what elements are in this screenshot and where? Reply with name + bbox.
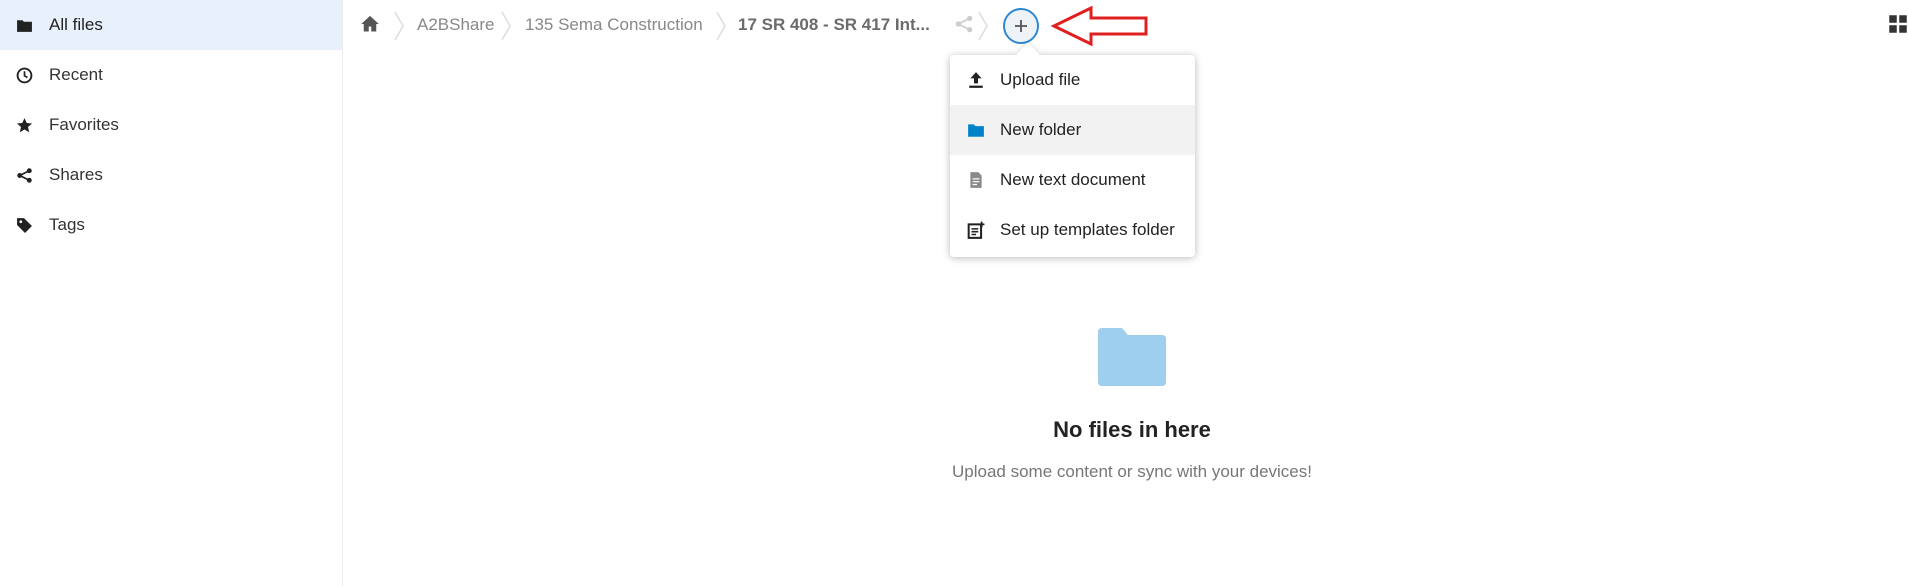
- template-icon: [966, 220, 986, 240]
- sidebar-item-label: Favorites: [49, 115, 119, 134]
- menu-item-set-up-templates-folder[interactable]: Set up templates folder: [950, 205, 1195, 255]
- share-folder-icon[interactable]: [954, 14, 974, 34]
- sidebar-item-tags[interactable]: Tags: [0, 200, 342, 250]
- sidebar-item-shares[interactable]: Shares: [0, 150, 342, 200]
- breadcrumb-separator: [716, 11, 726, 41]
- breadcrumb-separator: [978, 11, 988, 41]
- grid-view-icon[interactable]: [1888, 14, 1908, 34]
- sidebar-item-all-files[interactable]: All files: [0, 0, 342, 50]
- empty-state-subtitle: Upload some content or sync with your de…: [951, 462, 1312, 481]
- home-icon[interactable]: [360, 14, 380, 34]
- document-icon: [966, 170, 986, 190]
- upload-icon: [966, 70, 986, 90]
- new-menu: Upload file New folder New text document…: [950, 55, 1195, 257]
- empty-state-title: No files in here: [1053, 417, 1211, 442]
- menu-item-upload-file[interactable]: Upload file: [950, 55, 1195, 105]
- menu-item-label: New text document: [1000, 170, 1146, 189]
- sidebar-item-favorites[interactable]: Favorites: [0, 100, 342, 150]
- breadcrumb: A2BShare 135 Sema Construction 17 SR 408…: [343, 0, 1908, 52]
- breadcrumb-item-current-folder[interactable]: 17 SR 408 - SR 417 Int...: [738, 15, 930, 35]
- breadcrumb-item-a2bshare[interactable]: A2BShare: [417, 15, 495, 35]
- tag-icon: [15, 216, 33, 234]
- menu-item-label: New folder: [1000, 120, 1082, 139]
- breadcrumb-item-sema-construction[interactable]: 135 Sema Construction: [525, 15, 703, 35]
- menu-item-label: Upload file: [1000, 70, 1081, 89]
- share-icon: [15, 166, 33, 184]
- clock-icon: [15, 66, 33, 84]
- breadcrumb-separator: [394, 11, 404, 41]
- menu-item-label: Set up templates folder: [1000, 220, 1175, 239]
- sidebar: All files Recent Favorites Shares Tags: [0, 0, 343, 586]
- breadcrumb-separator: [501, 11, 511, 41]
- annotation-arrow-icon: [1051, 6, 1148, 46]
- empty-folder-icon: [1098, 328, 1166, 386]
- menu-item-new-text-document[interactable]: New text document: [950, 155, 1195, 205]
- sidebar-item-label: Shares: [49, 165, 103, 184]
- sidebar-item-recent[interactable]: Recent: [0, 50, 342, 100]
- sidebar-item-label: All files: [49, 15, 103, 34]
- folder-icon: [966, 120, 986, 140]
- folder-icon: [15, 16, 33, 34]
- star-icon: [15, 116, 33, 134]
- plus-icon: [1015, 20, 1027, 32]
- sidebar-item-label: Recent: [49, 65, 103, 84]
- menu-item-new-folder[interactable]: New folder: [950, 105, 1195, 155]
- sidebar-item-label: Tags: [49, 215, 85, 234]
- new-button[interactable]: [1003, 8, 1039, 44]
